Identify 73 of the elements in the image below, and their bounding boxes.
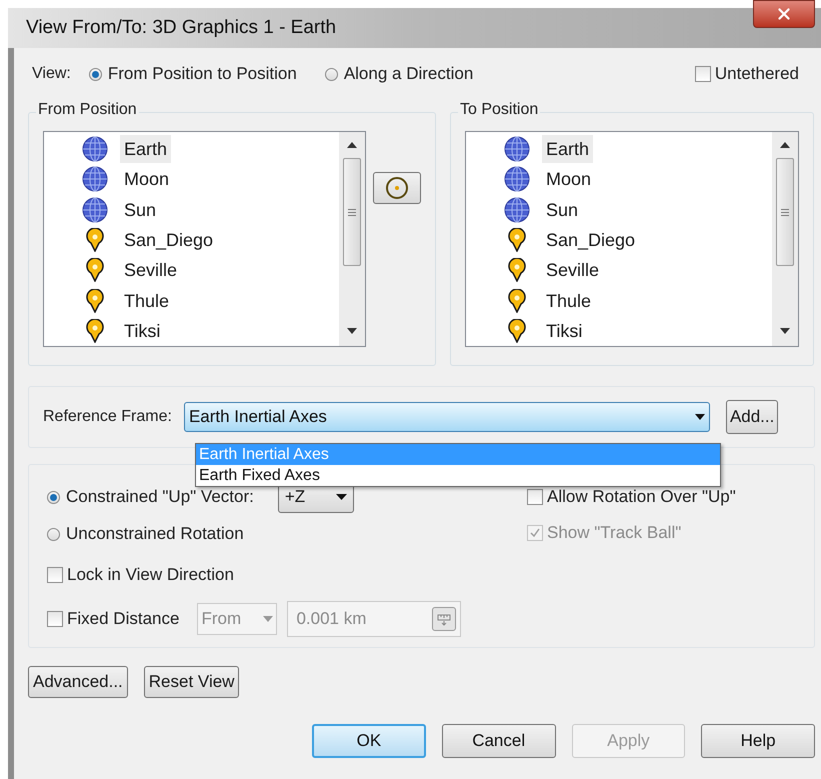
scrollbar-thumb[interactable] (776, 158, 794, 266)
globe-icon (504, 136, 530, 162)
globe-icon (504, 196, 530, 223)
action-button[interactable]: Reset View (144, 666, 240, 698)
close-button[interactable] (753, 0, 815, 28)
radio-label[interactable]: Unconstrained Rotation (66, 521, 244, 547)
list-item[interactable]: Moon (542, 165, 596, 194)
map-pin-icon (507, 228, 527, 252)
list-item[interactable]: Seville (542, 256, 604, 284)
checkbox[interactable] (527, 489, 543, 505)
radio-label[interactable]: Along a Direction (344, 61, 474, 87)
dropdown-arrow-icon (336, 494, 347, 500)
scrollbar[interactable] (772, 132, 798, 346)
radio-button[interactable] (47, 528, 60, 540)
scroll-down-icon[interactable] (347, 328, 357, 334)
list-item[interactable]: Moon (120, 165, 174, 194)
action-button[interactable]: Advanced... (28, 666, 128, 698)
field-label: Reference Frame: (43, 407, 172, 427)
list-item[interactable]: Sun (120, 196, 160, 224)
units-button[interactable] (432, 607, 456, 631)
grip-icon (348, 208, 356, 216)
target-button[interactable] (373, 172, 421, 204)
checkmark-icon (530, 528, 540, 538)
map-pin-icon (507, 258, 527, 282)
radio-button[interactable] (324, 68, 338, 80)
map-pin-icon (85, 228, 105, 252)
map-pin-icon (85, 258, 105, 282)
radio-button[interactable] (88, 68, 102, 80)
list-item[interactable]: Thule (542, 286, 596, 315)
window-title: View From/To: 3D Graphics 1 - Earth (26, 16, 336, 40)
globe-icon (82, 166, 108, 192)
list-item[interactable]: Sun (542, 196, 582, 224)
dialog-button[interactable]: Help (701, 724, 815, 758)
checkbox[interactable] (47, 567, 63, 583)
dialog-button[interactable]: OK (312, 724, 426, 758)
list-item[interactable]: San_Diego (542, 226, 640, 254)
checkbox-label[interactable]: Lock in View Direction (67, 562, 234, 588)
globe-icon (504, 166, 530, 192)
checkbox-label[interactable]: Fixed Distance (67, 606, 180, 632)
ruler-icon (437, 612, 452, 626)
checkbox[interactable] (47, 611, 63, 627)
reference-frame-dropdown[interactable]: Earth Inertial Axes (184, 402, 710, 432)
globe-icon (82, 196, 108, 223)
grip-icon (781, 208, 789, 216)
add-button[interactable]: Add... (726, 400, 778, 434)
map-pin-icon (85, 288, 105, 313)
list-item[interactable]: Earth (120, 135, 172, 164)
list-item[interactable]: Tiksi (120, 316, 164, 345)
radio-button[interactable] (47, 490, 60, 504)
scroll-down-icon[interactable] (780, 328, 790, 334)
map-pin-icon (507, 318, 527, 343)
list-item[interactable]: Tiksi (542, 316, 586, 345)
globe-icon (82, 136, 108, 162)
map-pin-icon (507, 288, 527, 313)
dropdown-arrow-icon (694, 414, 705, 420)
checkbox-label[interactable]: Allow Rotation Over "Up" (547, 484, 736, 510)
list-item[interactable]: Thule (120, 286, 174, 315)
target-icon (385, 176, 409, 200)
scrollbar[interactable] (339, 132, 365, 346)
radio-label[interactable]: From Position to Position (108, 61, 297, 87)
dialog-button[interactable]: Cancel (442, 724, 556, 758)
radio-label[interactable]: Constrained "Up" Vector: (66, 484, 254, 510)
list-item[interactable]: San_Diego (120, 226, 218, 254)
list-item[interactable]: Seville (120, 256, 182, 284)
map-pin-icon (85, 318, 105, 343)
scroll-up-icon[interactable] (347, 142, 357, 148)
checkbox-label[interactable]: Untethered (714, 61, 799, 87)
dropdown-arrow-icon (263, 616, 274, 622)
scrollbar-thumb[interactable] (343, 158, 361, 266)
checkbox[interactable] (694, 66, 711, 82)
scroll-up-icon[interactable] (780, 142, 790, 148)
list-item[interactable]: Earth (542, 135, 594, 164)
view-label: View: (32, 64, 71, 84)
